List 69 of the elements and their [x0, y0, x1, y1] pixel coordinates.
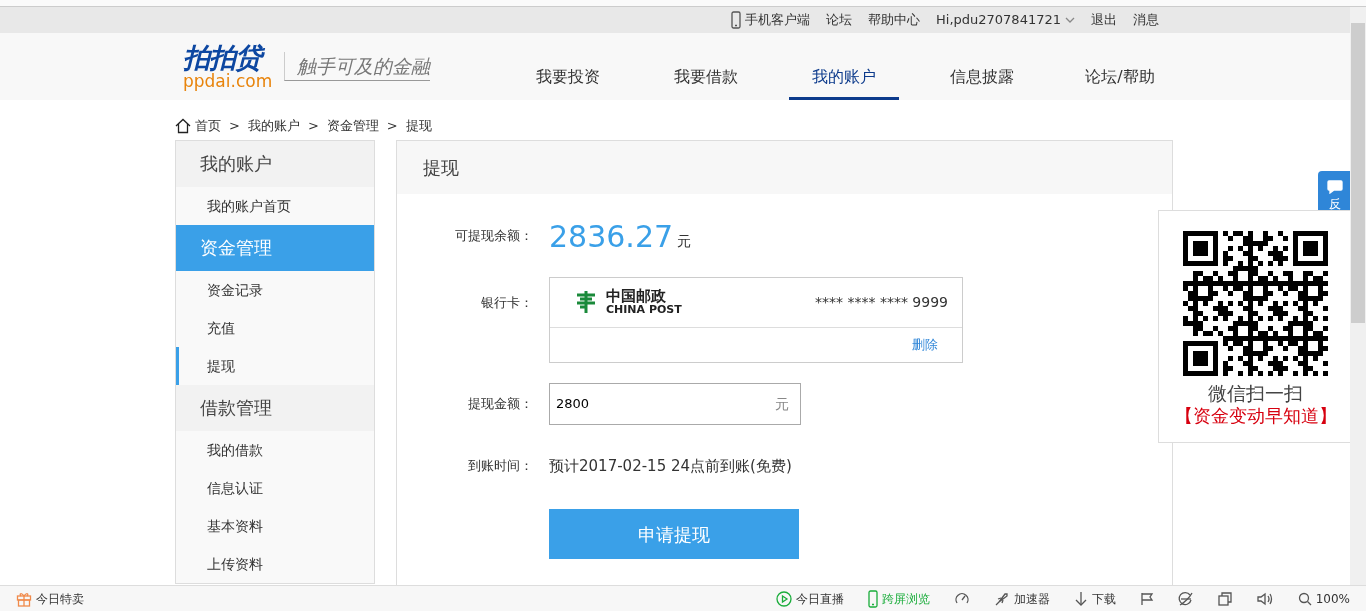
top-link[interactable]: 手机客户端 [731, 10, 810, 30]
sidebar-section[interactable]: 我的账户 [176, 140, 374, 187]
phone-icon [867, 589, 878, 608]
flag-icon [1139, 591, 1154, 606]
sidebar-item[interactable]: 资金记录 [176, 270, 374, 309]
status-item[interactable]: 100% [1297, 589, 1350, 608]
chevron-down-icon [1065, 17, 1075, 23]
nav-tab[interactable]: 我的账户 [789, 47, 899, 100]
status-item[interactable]: 下载 [1073, 589, 1116, 608]
status-item[interactable]: 今日特卖 [16, 589, 84, 608]
sidebar-item[interactable]: 信息认证 [176, 468, 374, 507]
sidebar-item[interactable]: 我的账户首页 [176, 186, 374, 225]
top-link[interactable]: 消息 [1133, 10, 1159, 30]
breadcrumb-separator: > [386, 117, 398, 135]
chat-bubble-icon [1327, 179, 1343, 194]
rocket-icon [993, 590, 1010, 607]
field-label: 银行卡： [481, 294, 533, 310]
play-icon [775, 590, 792, 607]
arrival-text: 预计2017-02-15 24点前到账(免费) [549, 455, 792, 477]
status-item[interactable]: 加速器 [993, 589, 1050, 608]
status-item[interactable]: 今日直播 [775, 589, 844, 608]
sidebar-item[interactable]: 基本资料 [176, 506, 374, 545]
delete-link[interactable]: 删除 [912, 334, 938, 355]
field-label: 提现金额： [468, 395, 533, 411]
status-icon-button[interactable] [1255, 591, 1274, 606]
sidebar-item[interactable]: 充值 [176, 308, 374, 347]
bank-emblem-icon [574, 290, 598, 314]
user-menu[interactable]: Hi,pdu2707841721 [936, 10, 1075, 30]
window-icon [1217, 591, 1232, 606]
card-number: **** **** **** 9999 [815, 292, 948, 312]
field-label: 可提现余额： [455, 228, 533, 244]
speaker-icon [1255, 591, 1274, 606]
breadcrumb-link[interactable]: 我的账户 [247, 116, 300, 136]
breadcrumb-current: 提现 [405, 117, 432, 135]
qr-slogan: 【资金变动早知道】 [1173, 404, 1338, 428]
logo[interactable]: 拍拍贷 ppdai.com [183, 43, 273, 90]
breadcrumb-separator: > [307, 117, 319, 135]
qr-caption: 微信扫一扫 [1207, 382, 1304, 404]
currency-unit: 元 [677, 231, 692, 251]
sidebar-item[interactable]: 我的借款 [176, 430, 374, 469]
nav-tab[interactable]: 我要投资 [513, 47, 623, 100]
gift-icon [16, 590, 32, 607]
scrollbar[interactable] [1350, 7, 1366, 585]
sidebar-section[interactable]: 借款管理 [176, 384, 374, 431]
home-icon [175, 117, 191, 134]
bank-logo: 中国邮政 CHINA POST [574, 288, 682, 316]
nav-tab[interactable]: 论坛/帮助 [1065, 47, 1175, 100]
panel-title: 提现 [397, 140, 1172, 194]
status-icon-button[interactable] [1217, 591, 1232, 606]
sidebar-item[interactable]: 上传资料 [176, 544, 374, 583]
magnifier-icon [1297, 591, 1312, 606]
breadcrumb-link[interactable]: 首页 [195, 116, 221, 136]
top-link[interactable]: 帮助中心 [868, 10, 920, 30]
field-label: 到账时间： [468, 458, 533, 473]
breadcrumb-separator: > [229, 117, 240, 135]
nav-tab[interactable]: 信息披露 [927, 47, 1037, 100]
balance-amount: 2836.27 [549, 217, 674, 256]
currency-unit: 元 [775, 394, 789, 414]
browser-icon [1177, 590, 1194, 607]
download-icon [1073, 590, 1088, 607]
top-link[interactable]: 论坛 [826, 10, 852, 30]
status-icon-button[interactable] [1139, 591, 1154, 606]
phone-icon [731, 11, 741, 29]
slogan: 触手可及的金融 [284, 51, 431, 82]
bank-card[interactable]: 中国邮政 CHINA POST **** **** **** 9999 删除 [549, 276, 963, 363]
status-icon-button[interactable] [1177, 590, 1194, 607]
breadcrumb-link[interactable]: 资金管理 [326, 116, 379, 136]
top-link[interactable]: 退出 [1091, 10, 1117, 30]
nav-tab[interactable]: 我要借款 [651, 47, 761, 100]
